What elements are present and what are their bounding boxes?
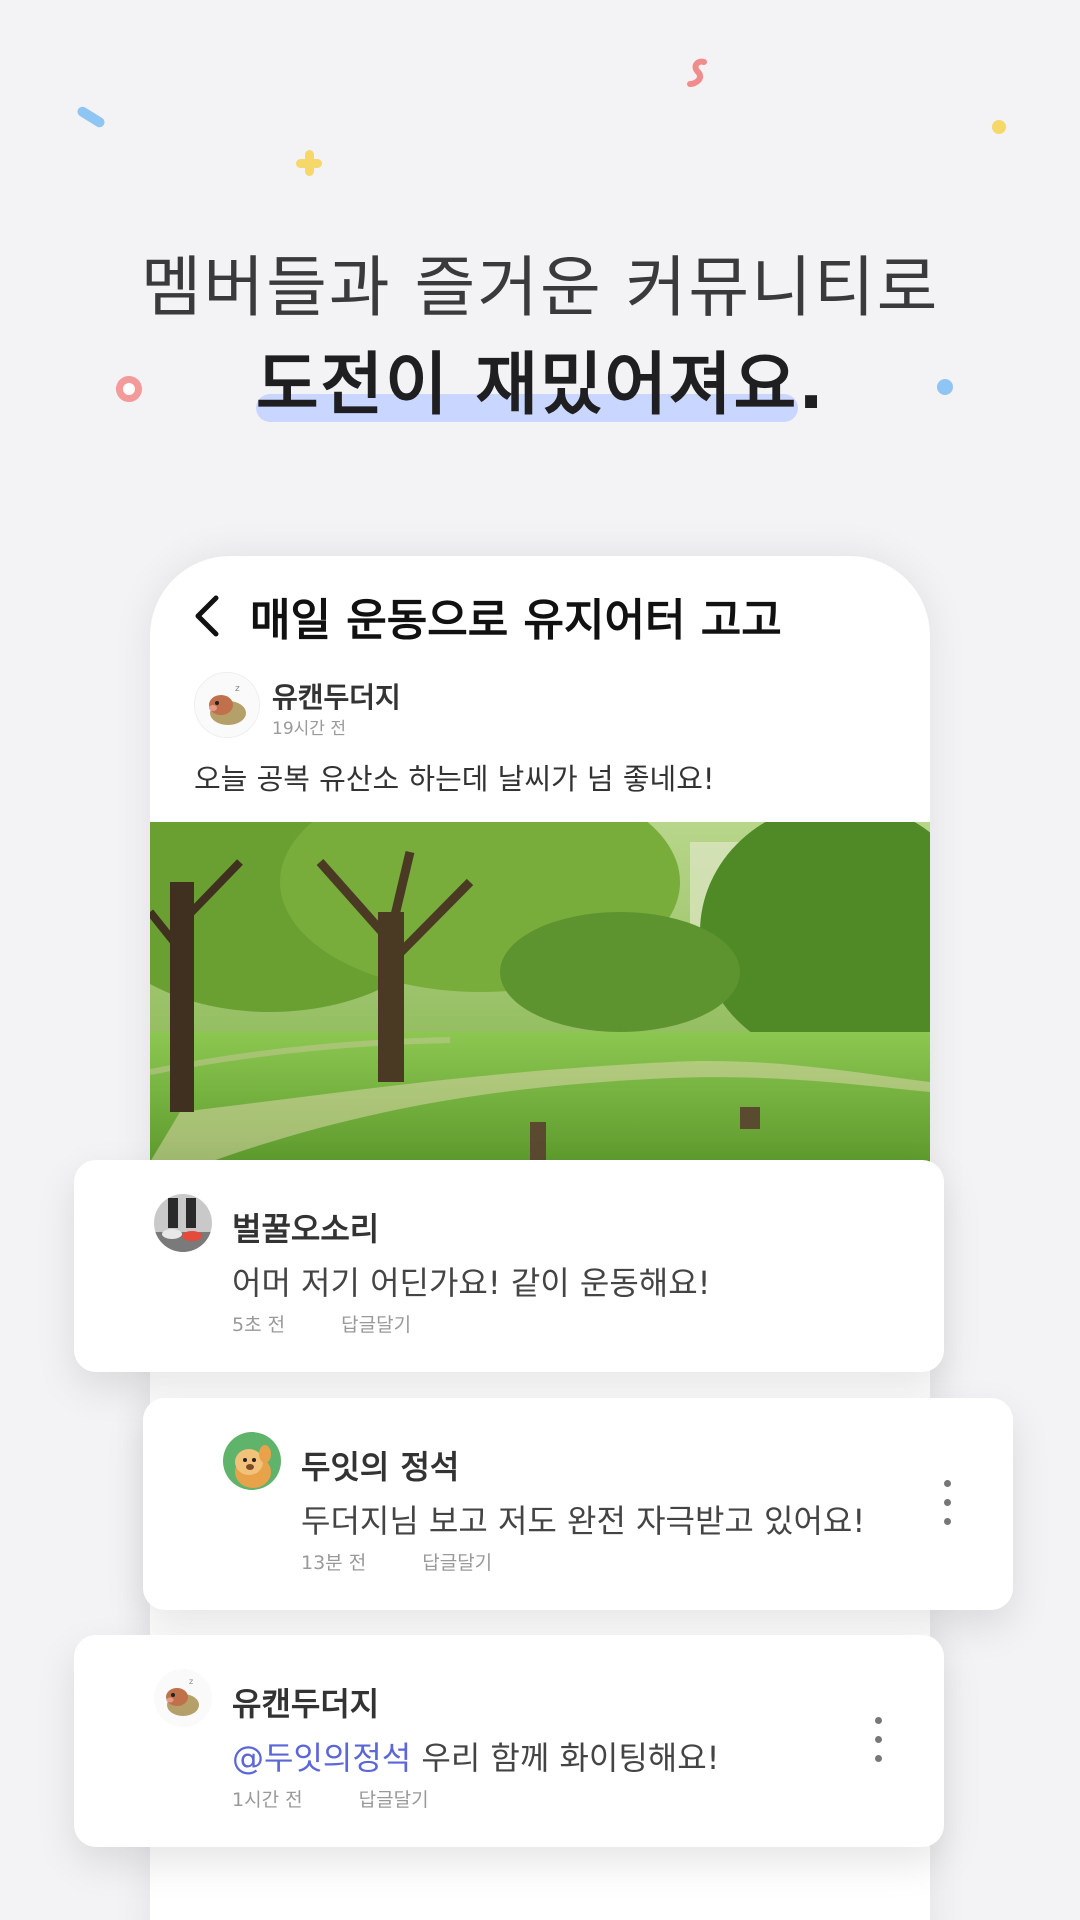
reply-button[interactable]: 답글달기 xyxy=(359,1789,429,1811)
svg-text:z: z xyxy=(189,1677,193,1686)
comment-author-name[interactable]: 유캔두더지 xyxy=(232,1679,379,1725)
back-arrow-icon[interactable] xyxy=(180,586,240,646)
mention-link[interactable]: @두잇의정석 xyxy=(232,1739,411,1777)
post-text: 오늘 공복 유산소 하는데 날씨가 넘 좋네요! xyxy=(194,762,715,796)
post-author-name[interactable]: 유캔두더지 xyxy=(272,676,401,716)
comment-meta: 13분 전 답글달기 xyxy=(301,1548,492,1575)
confetti-yellow-dot xyxy=(992,120,1006,134)
comment-text: 두더지님 보고 저도 완전 자극받고 있어요! xyxy=(301,1502,866,1540)
promo-headline: 멤버들과 즐거운 커뮤니티로 도전이 재밌어져요 . xyxy=(0,240,1080,453)
more-vertical-icon[interactable] xyxy=(870,1717,886,1765)
more-vertical-icon[interactable] xyxy=(939,1480,955,1528)
comment-time: 13분 전 xyxy=(301,1552,367,1574)
dog-avatar-icon xyxy=(223,1432,281,1490)
reply-button[interactable]: 답글달기 xyxy=(422,1552,492,1574)
comment-card: 벌꿀오소리 어머 저기 어딘가요! 같이 운동해요! 5초 전 답글달기 xyxy=(74,1160,944,1372)
comment-time: 5초 전 xyxy=(232,1314,286,1336)
headline-period: . xyxy=(798,346,824,425)
svg-text:z: z xyxy=(235,684,240,694)
comment-meta: 1시간 전 답글달기 xyxy=(232,1785,429,1812)
comment-text-body: 우리 함께 화이팅해요! xyxy=(411,1739,720,1777)
comment-author-name[interactable]: 벌꿀오소리 xyxy=(232,1204,379,1250)
avatar[interactable]: z xyxy=(154,1669,212,1727)
comment-text: 어머 저기 어딘가요! 같이 운동해요! xyxy=(232,1264,711,1302)
headline-line2: 도전이 재밌어져요 xyxy=(256,346,799,425)
screen-header: 매일 운동으로 유지어터 고고 xyxy=(150,556,930,676)
confetti-red-squiggle xyxy=(687,58,707,87)
avatar[interactable]: z xyxy=(194,672,260,738)
comment-card: 두잇의 정석 두더지님 보고 저도 완전 자극받고 있어요! 13분 전 답글달… xyxy=(143,1398,1013,1610)
post-image-park[interactable] xyxy=(150,822,930,1162)
avatar[interactable] xyxy=(223,1432,281,1490)
comment-text: @두잇의정석 우리 함께 화이팅해요! xyxy=(232,1733,720,1779)
headline-line1: 멤버들과 즐거운 커뮤니티로 xyxy=(140,249,940,326)
sneakers-avatar-icon xyxy=(154,1194,212,1252)
screen-title: 매일 운동으로 유지어터 고고 xyxy=(250,595,782,646)
comment-time: 1시간 전 xyxy=(232,1789,303,1811)
mole-avatar-icon: z xyxy=(195,673,259,737)
confetti-yellow-plus xyxy=(296,150,322,176)
reply-button[interactable]: 답글달기 xyxy=(341,1314,411,1336)
comment-card: z 유캔두더지 @두잇의정석 우리 함께 화이팅해요! 1시간 전 답글달기 xyxy=(74,1635,944,1847)
comment-meta: 5초 전 답글달기 xyxy=(232,1310,411,1337)
avatar[interactable] xyxy=(154,1194,212,1252)
post-time: 19시간 전 xyxy=(272,719,346,739)
comment-author-name[interactable]: 두잇의 정석 xyxy=(301,1442,459,1488)
mole-avatar-icon: z xyxy=(154,1669,212,1727)
confetti-blue-bar xyxy=(75,104,107,130)
